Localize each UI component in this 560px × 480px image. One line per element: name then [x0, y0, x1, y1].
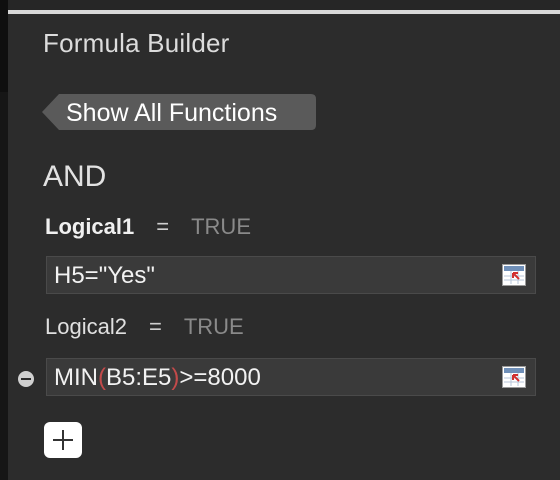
argument-1-name: Logical1	[45, 214, 135, 239]
show-all-functions-button[interactable]: Show All Functions	[42, 93, 317, 131]
argument-1-input[interactable]: H5="Yes"	[46, 256, 536, 294]
panel-title: Formula Builder	[43, 28, 230, 58]
left-border-block	[0, 0, 8, 92]
argument-2-result: TRUE	[183, 314, 244, 339]
argument-2-value: MIN(B5:E5)>=8000	[54, 364, 261, 392]
formula-open-paren: (	[98, 364, 106, 391]
argument-1-value: H5="Yes"	[54, 262, 155, 289]
window-top-edge	[0, 0, 560, 10]
cell-reference-icon[interactable]	[502, 264, 526, 286]
plus-icon-vertical	[62, 430, 64, 450]
argument-2-input[interactable]: MIN(B5:E5)>=8000	[46, 358, 536, 396]
cell-reference-icon[interactable]	[502, 366, 526, 388]
left-border	[0, 0, 8, 480]
argument-2-equals: =	[148, 314, 162, 339]
add-argument-button[interactable]	[44, 422, 82, 458]
argument-2-header: Logical2 = TRUE	[45, 314, 244, 340]
function-name: AND	[43, 160, 107, 193]
argument-1-equals: =	[156, 214, 170, 239]
argument-2-name: Logical2	[45, 314, 127, 339]
argument-1-header: Logical1 = TRUE	[45, 214, 251, 240]
formula-function: MIN	[54, 364, 98, 391]
formula-comparison: >=8000	[179, 364, 261, 391]
formula-range: B5:E5	[106, 364, 172, 391]
formula-builder-window: Formula Builder Show All Functions AND L…	[0, 0, 560, 480]
minus-circle-icon[interactable]	[18, 371, 34, 387]
argument-1-result: TRUE	[191, 214, 251, 239]
show-all-functions-label: Show All Functions	[66, 99, 278, 127]
formula-builder-panel: Formula Builder Show All Functions AND L…	[8, 14, 560, 480]
